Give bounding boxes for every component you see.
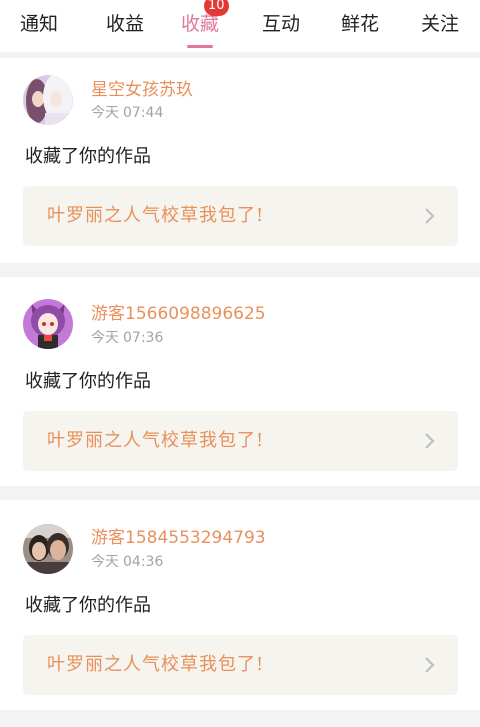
tab-label: 互动 [261, 13, 300, 35]
user-name-id: 1584553294793 [125, 528, 266, 548]
avatar[interactable] [23, 524, 73, 574]
notification-card: 游客1584553294793 今天 04:36 收藏了你的作品 叶罗丽之人气校草… [0, 500, 480, 710]
work-title: 叶罗丽之人气校草我包了! [47, 654, 265, 675]
notification-card: 游客1566098896625 今天 07:36 收藏了你的作品 叶罗丽之人气校草… [0, 277, 480, 486]
work-link[interactable]: 叶罗丽之人气校草我包了! [23, 635, 458, 695]
user-name[interactable]: 游客1566098896625 [91, 303, 266, 325]
tab-label: 收益 [105, 13, 144, 35]
avatar[interactable] [23, 75, 73, 125]
work-link[interactable]: 叶罗丽之人气校草我包了! [23, 186, 458, 246]
timestamp: 今天 07:36 [91, 329, 163, 347]
chevron-right-icon [425, 208, 435, 224]
action-text: 收藏了你的作品 [25, 146, 151, 167]
user-name-prefix: 游客 [91, 528, 125, 548]
chevron-right-icon [425, 657, 435, 673]
work-link[interactable]: 叶罗丽之人气校草我包了! [23, 411, 458, 471]
user-name[interactable]: 游客1584553294793 [91, 527, 266, 549]
tab-notifications[interactable]: 通知 [9, 8, 69, 44]
tab-label: 鲜花 [340, 13, 379, 35]
unread-badge: 10 [204, 0, 229, 16]
notification-card: 星空女孩苏玖 今天 07:44 收藏了你的作品 叶罗丽之人气校草我包了! [0, 58, 480, 263]
time-label: 07:36 [123, 330, 164, 346]
time-label: 04:36 [123, 554, 164, 570]
user-name-prefix: 游客 [91, 304, 125, 324]
tab-label: 收藏 [180, 13, 219, 35]
date-label: 今天 [91, 554, 119, 570]
avatar-image [23, 299, 73, 349]
action-text: 收藏了你的作品 [25, 595, 151, 616]
tab-label: 通知 [19, 13, 58, 35]
date-label: 今天 [91, 330, 119, 346]
work-title: 叶罗丽之人气校草我包了! [47, 205, 265, 226]
tab-following[interactable]: 关注 [410, 8, 470, 44]
avatar-image [23, 75, 73, 125]
avatar-image [23, 524, 73, 574]
time-label: 07:44 [123, 105, 164, 121]
avatar[interactable] [23, 299, 73, 349]
user-name-id: 1566098896625 [125, 304, 266, 324]
user-name[interactable]: 星空女孩苏玖 [91, 79, 193, 101]
work-title: 叶罗丽之人气校草我包了! [47, 430, 265, 451]
action-text: 收藏了你的作品 [25, 371, 151, 392]
tab-flowers[interactable]: 鲜花 [330, 8, 390, 44]
tab-favorites[interactable]: 收藏 10 [170, 0, 230, 48]
chevron-right-icon [425, 433, 435, 449]
tab-interactions[interactable]: 互动 [251, 8, 311, 44]
date-label: 今天 [91, 105, 119, 121]
tab-bar: 通知 收益 收藏 10 互动 鲜花 关注 [0, 0, 480, 52]
tab-earnings[interactable]: 收益 [95, 8, 155, 44]
timestamp: 今天 07:44 [91, 104, 163, 122]
active-tab-indicator [187, 45, 213, 48]
tab-label: 关注 [420, 13, 459, 35]
timestamp: 今天 04:36 [91, 553, 163, 571]
